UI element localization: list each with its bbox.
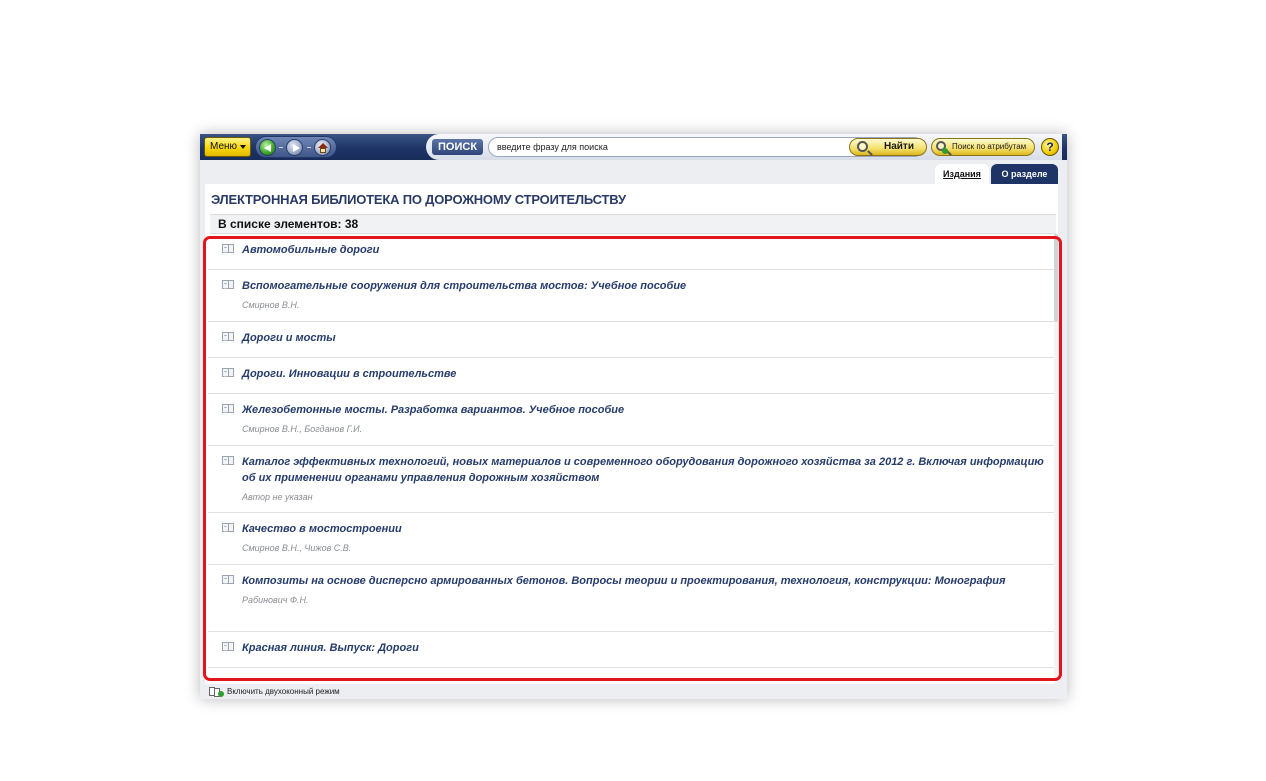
item-author: Автор не указан — [242, 492, 313, 502]
item-title[interactable]: Дороги. Инновации в строительстве — [242, 366, 1045, 382]
list-item[interactable]: Автомобильные дороги — [208, 234, 1055, 270]
item-title[interactable]: Композиты на основе дисперсно армированн… — [242, 573, 1045, 589]
attribute-search-button[interactable]: Поиск по атрибутам — [931, 138, 1035, 156]
item-title[interactable]: Железобетонные мосты. Разработка вариант… — [242, 402, 1045, 418]
publications-list: Автомобильные дороги Вспомогательные соо… — [208, 234, 1055, 668]
list-item[interactable]: Дороги и мосты — [208, 322, 1055, 358]
list-item[interactable]: Вспомогательные сооружения для строитель… — [208, 270, 1055, 322]
book-icon — [222, 642, 234, 651]
item-title[interactable]: Автомобильные дороги — [242, 242, 1045, 258]
dual-window-toggle[interactable]: Включить двухоконный режим — [207, 685, 340, 699]
item-title[interactable]: Качество в мостостроении — [242, 521, 1045, 537]
list-item[interactable]: Каталог эффективных технологий, новых ма… — [208, 446, 1055, 513]
book-icon — [222, 575, 234, 584]
find-button[interactable]: Найти — [849, 138, 927, 156]
menu-button[interactable]: Меню — [204, 137, 251, 157]
item-title[interactable]: Каталог эффективных технологий, новых ма… — [242, 454, 1045, 486]
book-icon — [222, 456, 234, 465]
chevron-down-icon — [240, 145, 246, 149]
book-icon — [222, 523, 234, 532]
search-icon — [857, 141, 868, 152]
item-count: В списке элементов: 38 — [210, 214, 1056, 234]
content-panel: ЭЛЕКТРОННАЯ БИБЛИОТЕКА ПО ДОРОЖНОМУ СТРО… — [205, 184, 1058, 684]
item-title[interactable]: Дороги и мосты — [242, 330, 1045, 346]
help-icon: ? — [1046, 140, 1054, 154]
tab-editions[interactable]: Издания — [935, 164, 989, 184]
attribute-search-label: Поиск по атрибутам — [952, 142, 1027, 151]
list-item[interactable]: Качество в мостостроении Смирнов В.Н., Ч… — [208, 513, 1055, 565]
item-author: Смирнов В.Н., Богданов Г.И. — [242, 424, 363, 434]
book-icon — [222, 404, 234, 413]
scrollbar[interactable] — [1054, 234, 1058, 684]
list-item[interactable]: Железобетонные мосты. Разработка вариант… — [208, 394, 1055, 446]
toolbar: Меню ПОИСК Найти — [200, 134, 1067, 160]
item-author: Смирнов В.Н., Чижов С.В. — [242, 543, 352, 553]
book-icon — [222, 244, 234, 253]
arrow-left-icon — [264, 144, 271, 152]
item-author: Смирнов В.Н. — [242, 300, 300, 310]
back-button[interactable] — [259, 139, 276, 156]
separator — [307, 147, 311, 148]
tab-about-section[interactable]: О разделе — [991, 164, 1058, 184]
help-button[interactable]: ? — [1041, 138, 1059, 156]
navigation-group — [255, 136, 337, 158]
dual-window-icon — [209, 687, 224, 697]
library-window: Меню ПОИСК Найти — [200, 134, 1067, 699]
book-icon — [222, 280, 234, 289]
item-title[interactable]: Красная линия. Выпуск: Дороги — [242, 640, 1045, 656]
find-button-label: Найти — [884, 141, 914, 152]
item-title[interactable]: Вспомогательные сооружения для строитель… — [242, 278, 1045, 294]
book-icon — [222, 368, 234, 377]
menu-button-label: Меню — [210, 141, 238, 152]
scrollbar-thumb[interactable] — [1054, 234, 1058, 322]
home-button[interactable] — [314, 139, 331, 156]
list-item[interactable]: Дороги. Инновации в строительстве — [208, 358, 1055, 394]
plus-icon — [942, 148, 948, 154]
list-item[interactable]: Красная линия. Выпуск: Дороги — [208, 632, 1055, 668]
page-title: ЭЛЕКТРОННАЯ БИБЛИОТЕКА ПО ДОРОЖНОМУ СТРО… — [211, 192, 626, 207]
item-author: Рабинович Ф.Н. — [242, 595, 309, 605]
separator — [279, 147, 283, 148]
dual-window-label: Включить двухоконный режим — [227, 687, 340, 696]
search-label: ПОИСК — [432, 139, 484, 155]
arrow-right-icon — [293, 144, 300, 152]
book-icon — [222, 332, 234, 341]
forward-button[interactable] — [286, 139, 303, 156]
search-area: ПОИСК Найти Поиск по атрибутам — [426, 134, 1062, 160]
list-item[interactable]: Композиты на основе дисперсно армированн… — [208, 565, 1055, 632]
